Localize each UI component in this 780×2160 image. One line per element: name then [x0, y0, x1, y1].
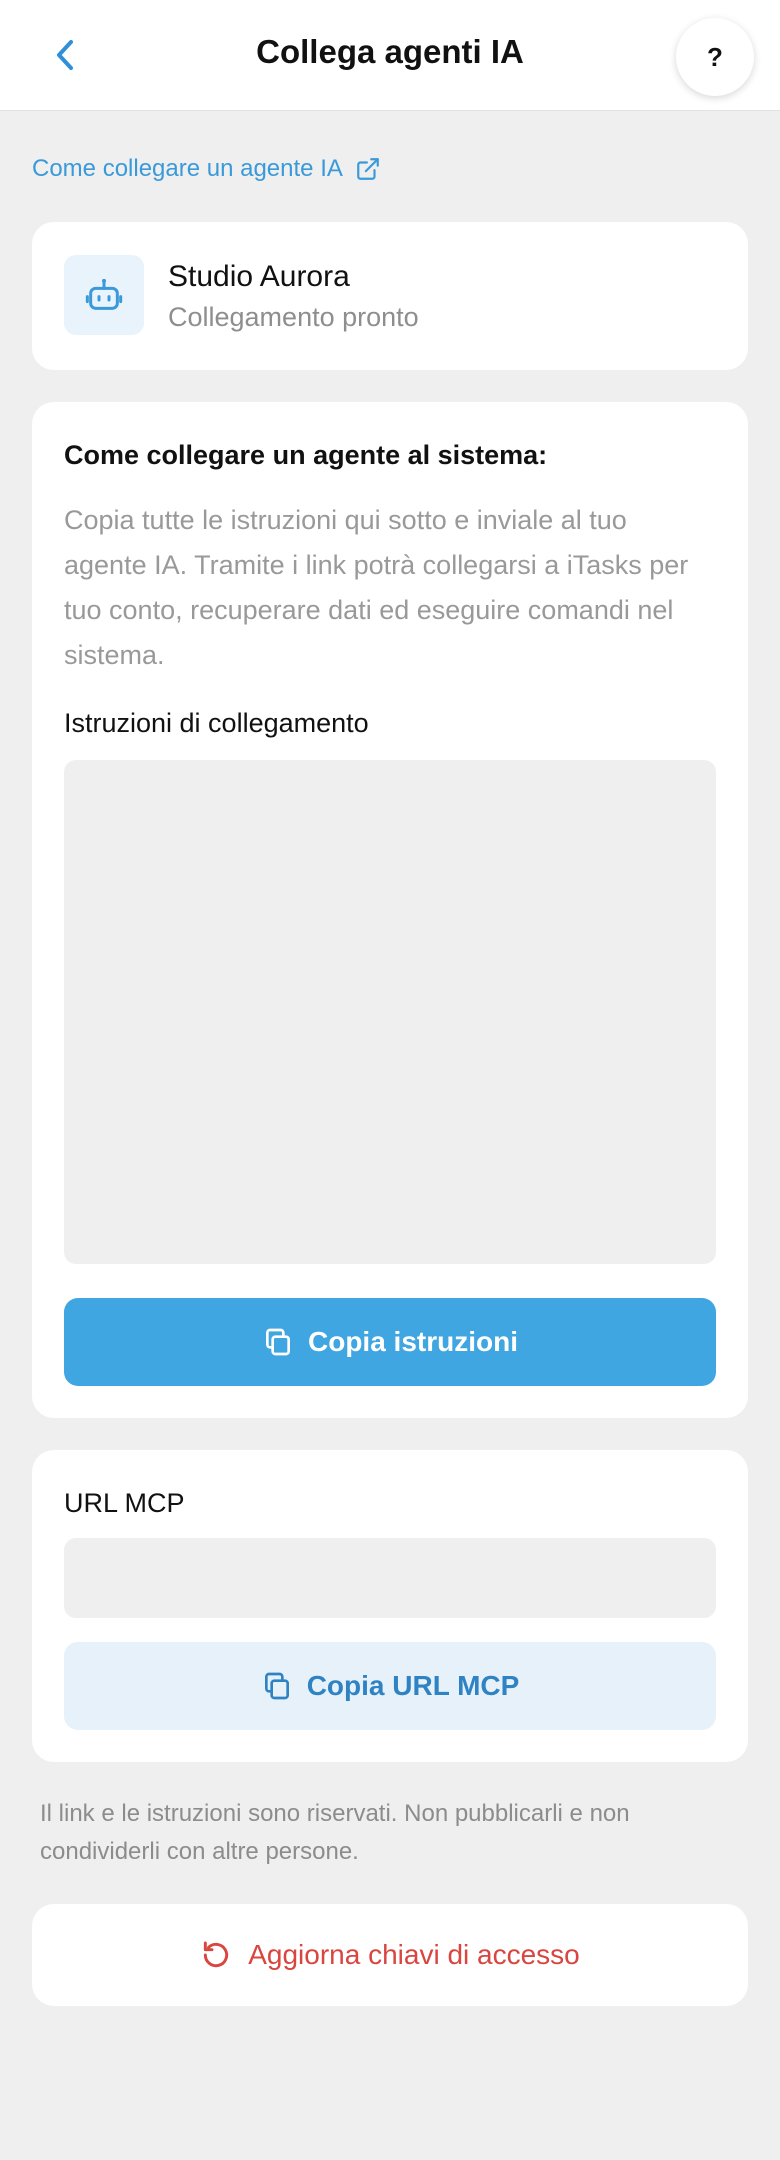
refresh-keys-label: Aggiorna chiavi di accesso [248, 1939, 580, 1970]
privacy-note: Il link e le istruzioni sono riservati. … [40, 1800, 630, 1865]
howto-link-label: Come collegare un agente IA [32, 155, 343, 182]
copy-icon [264, 1672, 289, 1700]
copy-instructions-button[interactable]: Copia istruzioni [64, 1298, 716, 1386]
howto-link[interactable]: Come collegare un agente IA [32, 155, 381, 183]
copy-icon [266, 1328, 290, 1356]
mcp-card: URL MCP Copia URL MCP [32, 1450, 748, 1762]
instructions-description: Copia tutte le istruzioni qui sotto e in… [64, 505, 689, 670]
agent-card: Studio Aurora Collegamento pronto [32, 222, 748, 370]
instructions-title: Come collegare un agente al sistema: [64, 440, 548, 470]
instructions-card: Come collegare un agente al sistema: Cop… [32, 402, 748, 1418]
copy-mcp-url-label: Copia URL MCP [306, 1670, 520, 1701]
help-button[interactable]: ? [676, 18, 754, 96]
mcp-field-label: URL MCP [64, 1488, 185, 1518]
refresh-icon [204, 1941, 229, 1968]
agent-status: Collegamento pronto [168, 302, 419, 332]
refresh-keys-button[interactable]: Aggiorna chiavi di accesso [32, 1904, 748, 2006]
instructions-textarea[interactable] [64, 760, 716, 1264]
copy-instructions-label: Copia istruzioni [308, 1326, 518, 1357]
top-bar: Collega agenti IA ? [0, 0, 780, 111]
mcp-url-field[interactable] [64, 1538, 716, 1618]
robot-icon [85, 278, 123, 310]
page-title: Collega agenti IA [256, 33, 524, 70]
external-link-icon [357, 158, 379, 180]
instructions-field-label: Istruzioni di collegamento [64, 708, 369, 738]
agent-name: Studio Aurora [168, 260, 350, 293]
agent-avatar [64, 255, 144, 335]
copy-mcp-url-button[interactable]: Copia URL MCP [64, 1642, 716, 1730]
